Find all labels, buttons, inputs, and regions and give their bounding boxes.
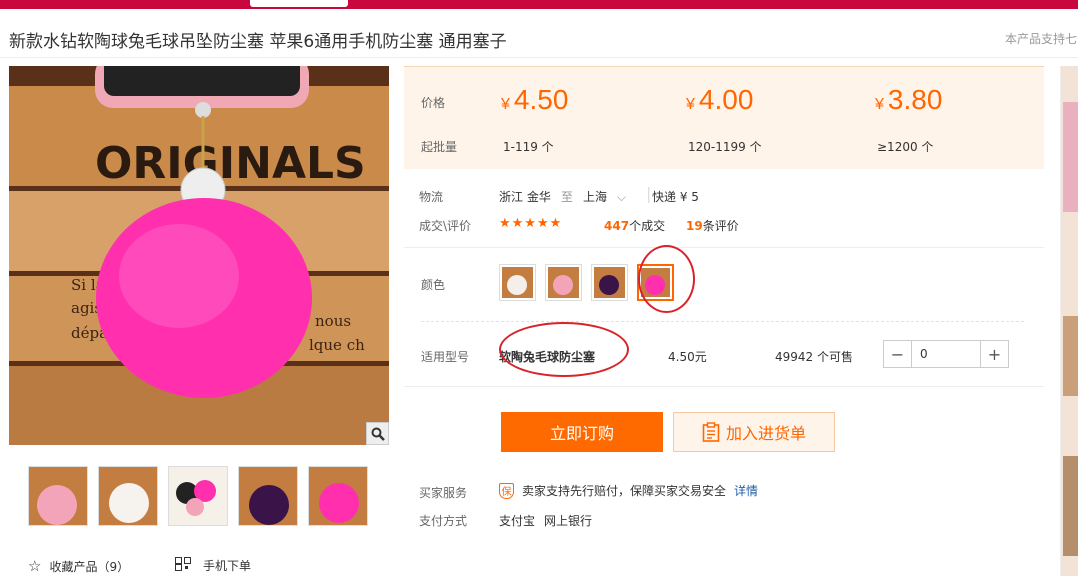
ship-from: 浙江 金华 [499,190,551,204]
support-note: 本产品支持七 [1005,32,1078,46]
qty-tier-1: 1-119 个 [503,140,554,154]
cart-label: 加入进货单 [725,424,806,443]
magnifier-icon [371,427,385,441]
ship-to-value: 上海 [583,190,608,204]
quantity-stepper: − 0 + [883,340,1009,368]
payment-label: 支付方式 [419,514,468,528]
guarantee-shield-icon: 保 [499,482,514,499]
deals-count[interactable]: 447个成交 [604,217,665,234]
divider [0,57,1078,58]
price-label: 价格 [421,96,446,110]
ship-to-select[interactable]: 上海 ⌵ [583,188,626,205]
favorite-label: 收藏产品（9） [49,559,130,574]
thumbnail-white[interactable] [98,466,158,526]
plus-button[interactable]: + [981,341,1008,367]
moq-label: 起批量 [421,140,458,154]
favorite-product[interactable]: ☆ 收藏产品（9） [28,557,129,575]
quantity-input[interactable]: 0 [911,341,981,367]
add-to-purchase-list-button[interactable]: 加入进货单 [673,412,835,452]
divider-bar: | [646,184,652,203]
svg-text:lque ch: lque ch [309,336,365,354]
top-nav-bar [0,0,1078,9]
payment-online-banking: 网上银行 [544,514,593,528]
sidebar-thumb[interactable] [1063,456,1078,556]
model-price: 4.50元 [668,350,707,364]
color-label: 颜色 [421,278,446,292]
minus-button[interactable]: − [884,341,911,367]
star-outline-icon: ☆ [28,557,42,575]
svg-text:nous: nous [315,312,351,330]
thumbnail-pink[interactable] [28,466,88,526]
mobile-order-label: 手机下单 [203,559,252,573]
price-tier-1: ¥4.50 [501,84,569,115]
annotation-circle-model [499,322,629,377]
zoom-button[interactable] [366,422,389,445]
logistics-label: 物流 [419,190,444,204]
qr-code-icon [175,557,191,574]
swatch-white[interactable] [499,264,536,301]
qty-tier-2: 120-1199 个 [688,140,762,154]
service-details-link[interactable]: 详情 [734,482,758,499]
right-sidebar-thumbnails [1060,66,1078,576]
thumbnail-purple[interactable] [238,466,298,526]
annotation-circle-swatch [638,245,695,313]
main-product-image[interactable]: ORIGINALS Si la agis dépa nous lque ch [9,66,389,445]
service-info: 保 卖家支持先行赔付，保障买家交易安全 详情 [499,482,758,499]
nav-tab-active[interactable] [250,0,348,7]
chevron-down-icon: ⌵ [616,190,626,204]
ship-to-word: 至 [561,190,574,204]
price-tier-3: ¥3.80 [875,84,943,115]
model-label: 适用型号 [421,350,470,364]
sidebar-thumb[interactable] [1063,102,1078,212]
reviews-label: 成交\评价 [419,219,472,233]
product-title: 新款水钻软陶球兔毛球吊坠防尘塞 苹果6通用手机防尘塞 通用塞子 [9,32,507,52]
payment-alipay: 支付宝 [499,514,536,528]
qty-tier-3: ≥1200 个 [877,140,934,154]
divider [404,247,1044,248]
model-stock: 49942 个可售 [775,350,853,364]
clipboard-icon [702,422,720,442]
order-now-button[interactable]: 立即订购 [501,412,663,452]
thumbnail-group[interactable] [168,466,228,526]
swatch-purple[interactable] [591,264,628,301]
divider [404,386,1044,387]
price-tier-2: ¥4.00 [686,84,754,115]
divider [421,321,1024,322]
review-count[interactable]: 19条评价 [686,217,739,234]
crate-brand-text: ORIGINALS [95,138,366,189]
star-rating: ★★★★★ [499,216,563,231]
sidebar-thumb[interactable] [1063,316,1078,396]
swatch-pink[interactable] [545,264,582,301]
shipping-fee: 快递 ¥ 5 [652,190,699,204]
service-label: 买家服务 [419,486,468,500]
thumbnail-magenta[interactable] [308,466,368,526]
mobile-order[interactable]: 手机下单 [175,557,251,574]
